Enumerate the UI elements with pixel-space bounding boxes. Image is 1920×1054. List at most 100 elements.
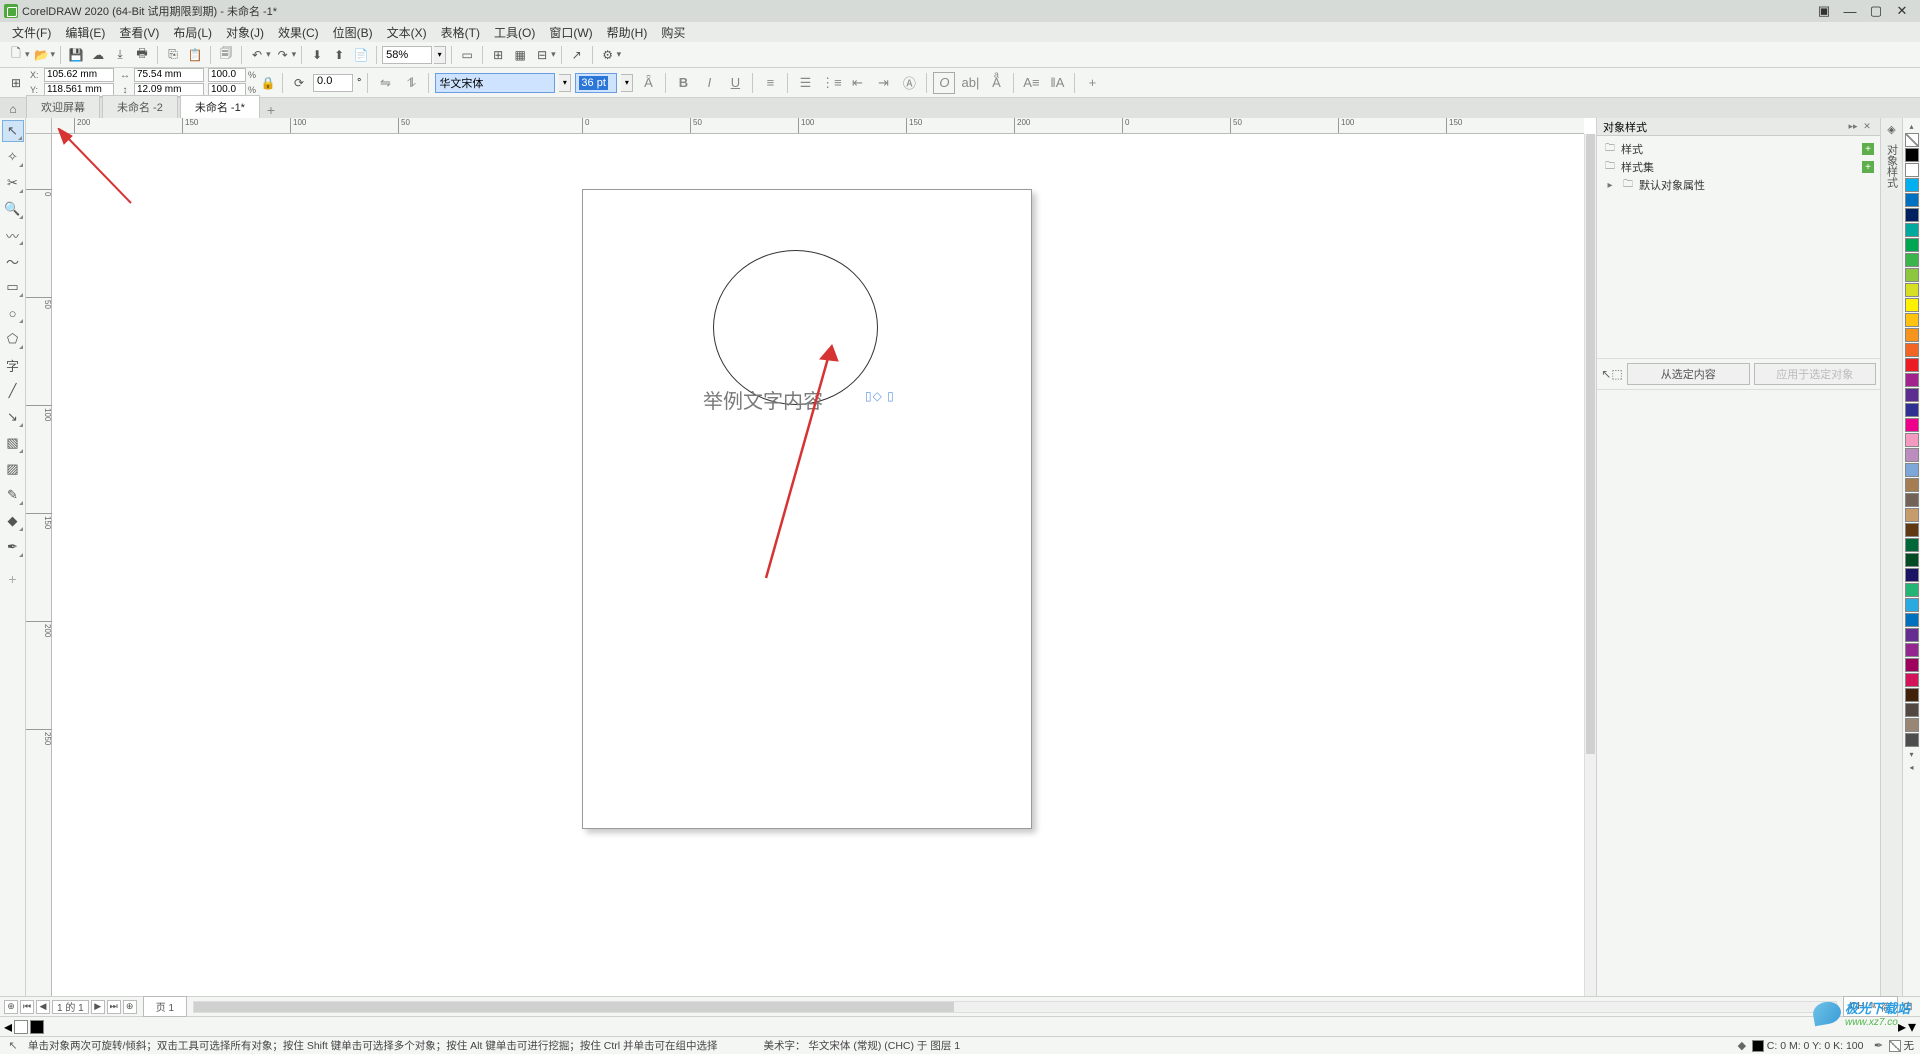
popup-icon[interactable]: ▣ bbox=[1816, 3, 1832, 19]
text-align-icon[interactable]: ≡ bbox=[759, 72, 781, 94]
swatch[interactable] bbox=[1905, 193, 1919, 207]
connector-tool-icon[interactable]: ↘ bbox=[2, 406, 24, 428]
publish-pdf-icon[interactable]: 📄 bbox=[351, 45, 371, 65]
page-prev-icon[interactable]: ◀ bbox=[36, 1000, 50, 1014]
menu-object[interactable]: 对象(J) bbox=[220, 22, 270, 43]
add-tab-icon[interactable]: + bbox=[262, 102, 280, 118]
horizontal-scrollbar[interactable] bbox=[193, 1001, 1837, 1013]
save-icon[interactable]: 💾 bbox=[66, 45, 86, 65]
artistic-media-tool-icon[interactable]: 〜 bbox=[2, 250, 24, 272]
menu-layout[interactable]: 布局(L) bbox=[167, 22, 218, 43]
page-add-icon[interactable]: ⊕ bbox=[4, 1000, 18, 1014]
redo-icon[interactable]: ↷ bbox=[273, 45, 293, 65]
fontsize-dropdown-icon[interactable]: ▾ bbox=[621, 74, 633, 92]
bullet-list-icon[interactable]: ☰ bbox=[794, 72, 816, 94]
swatch[interactable] bbox=[1905, 463, 1919, 477]
zoom-level[interactable]: 58% bbox=[382, 46, 432, 64]
paste-icon[interactable]: 📋 bbox=[185, 45, 205, 65]
swatch[interactable] bbox=[1905, 718, 1919, 732]
swatch-none[interactable] bbox=[1905, 133, 1919, 147]
font-dropdown-icon[interactable]: ▾ bbox=[559, 74, 571, 92]
ruler-origin[interactable] bbox=[26, 118, 52, 134]
mirror-v-icon[interactable]: ⥮ bbox=[400, 72, 422, 94]
outline-indicator[interactable]: ✒ 无 bbox=[1872, 1038, 1915, 1053]
parallel-dim-tool-icon[interactable]: ╱ bbox=[2, 380, 24, 402]
swatch[interactable] bbox=[1905, 418, 1919, 432]
var-font-icon[interactable]: Ǟ bbox=[637, 72, 659, 94]
font-size-combo[interactable]: 36 pt bbox=[575, 73, 617, 93]
page-add2-icon[interactable]: ⊕ bbox=[123, 1000, 137, 1014]
minimize-icon[interactable]: — bbox=[1842, 3, 1858, 19]
docpal-swatch[interactable] bbox=[30, 1020, 44, 1034]
workspace[interactable]: 举例文字内容 ▯◇ ▯ bbox=[52, 134, 1584, 996]
swatch[interactable] bbox=[1905, 253, 1919, 267]
rotation-input[interactable]: 0.0 bbox=[313, 74, 353, 92]
undo-icon[interactable]: ↶ bbox=[247, 45, 267, 65]
indent-icon[interactable]: ⇥ bbox=[872, 72, 894, 94]
menu-tools[interactable]: 工具(O) bbox=[488, 22, 541, 43]
char-format-icon[interactable]: O bbox=[933, 72, 955, 94]
text-direction-v-icon[interactable]: ‖A bbox=[1046, 72, 1068, 94]
page-last-icon[interactable]: ⏭ bbox=[107, 1000, 121, 1014]
swatch[interactable] bbox=[1905, 358, 1919, 372]
print-icon[interactable]: 🖶 bbox=[132, 45, 152, 65]
menu-file[interactable]: 文件(F) bbox=[6, 22, 57, 43]
swatch[interactable] bbox=[1905, 643, 1919, 657]
import-icon[interactable]: ⬇ bbox=[307, 45, 327, 65]
vertical-scrollbar[interactable] bbox=[1584, 134, 1596, 996]
docpal-none[interactable] bbox=[14, 1020, 28, 1034]
swatch[interactable] bbox=[1905, 538, 1919, 552]
swatch[interactable] bbox=[1905, 673, 1919, 687]
add-styleset-icon[interactable]: + bbox=[1862, 161, 1874, 173]
swatch[interactable] bbox=[1905, 688, 1919, 702]
fullscreen-icon[interactable]: ▭ bbox=[457, 45, 477, 65]
page-counter[interactable]: 1 的 1 bbox=[52, 1000, 89, 1014]
tree-item-stylesets[interactable]: 🗀 样式集 + bbox=[1603, 158, 1874, 176]
close-icon[interactable]: ✕ bbox=[1894, 3, 1910, 19]
from-selection-button[interactable]: 从选定内容 bbox=[1627, 363, 1750, 385]
shape-tool-icon[interactable]: ✧ bbox=[2, 146, 24, 168]
zoom-tool-icon[interactable]: 🔍 bbox=[2, 198, 24, 220]
docker-collapse-icon[interactable]: ▸▸ bbox=[1846, 120, 1860, 134]
swatch[interactable] bbox=[1905, 163, 1919, 177]
pos-x-input[interactable]: 105.62 mm bbox=[44, 68, 114, 82]
options-icon[interactable]: ⚙ bbox=[598, 45, 618, 65]
menu-text[interactable]: 文本(X) bbox=[381, 22, 433, 43]
tree-item-styles[interactable]: 🗀 样式 + bbox=[1603, 140, 1874, 158]
docker-tab-styles-icon[interactable]: ◈ bbox=[1883, 120, 1901, 138]
swatch[interactable] bbox=[1905, 268, 1919, 282]
font-family-combo[interactable]: 华文宋体 bbox=[435, 73, 555, 93]
rectangle-tool-icon[interactable]: ▭ bbox=[2, 276, 24, 298]
pick-tool-icon[interactable]: ↖ bbox=[2, 120, 24, 142]
add-tool-icon[interactable]: + bbox=[2, 568, 24, 590]
eyedropper-tool-icon[interactable]: ✎ bbox=[2, 484, 24, 506]
lock-ratio-icon[interactable]: 🔒 bbox=[260, 69, 276, 97]
export-icon[interactable]: ⬆ bbox=[329, 45, 349, 65]
swatch[interactable] bbox=[1905, 223, 1919, 237]
underline-icon[interactable]: U bbox=[724, 72, 746, 94]
swatch[interactable] bbox=[1905, 583, 1919, 597]
circle-shape[interactable] bbox=[713, 250, 878, 405]
swatch[interactable] bbox=[1905, 298, 1919, 312]
palette-flyout-icon[interactable]: ◂ bbox=[1905, 761, 1919, 773]
snap-icon[interactable]: ⊞ bbox=[488, 45, 508, 65]
swatch[interactable] bbox=[1905, 523, 1919, 537]
swatch[interactable] bbox=[1905, 403, 1919, 417]
menu-view[interactable]: 查看(V) bbox=[113, 22, 165, 43]
swatch[interactable] bbox=[1905, 283, 1919, 297]
swatch[interactable] bbox=[1905, 178, 1919, 192]
swatch[interactable] bbox=[1905, 208, 1919, 222]
style-picker-icon[interactable]: ↖⬚ bbox=[1601, 363, 1623, 385]
home-tab-icon[interactable]: ⌂ bbox=[4, 100, 22, 118]
ellipse-tool-icon[interactable]: ○ bbox=[2, 302, 24, 324]
zoom-dropdown-icon[interactable]: ▾ bbox=[434, 46, 446, 64]
swatch[interactable] bbox=[1905, 343, 1919, 357]
swatch[interactable] bbox=[1905, 373, 1919, 387]
convert-text-icon[interactable]: Aͣ bbox=[985, 72, 1007, 94]
expand-icon[interactable]: ▸ bbox=[1603, 179, 1617, 191]
grid-icon[interactable]: ▦ bbox=[510, 45, 530, 65]
swatch[interactable] bbox=[1905, 508, 1919, 522]
ruler-horizontal[interactable]: 200 150 100 50 0 50 100 150 200 0 50 100… bbox=[52, 118, 1584, 134]
docker-vtab-label[interactable]: 对象样式 bbox=[1884, 140, 1900, 192]
swatch[interactable] bbox=[1905, 493, 1919, 507]
